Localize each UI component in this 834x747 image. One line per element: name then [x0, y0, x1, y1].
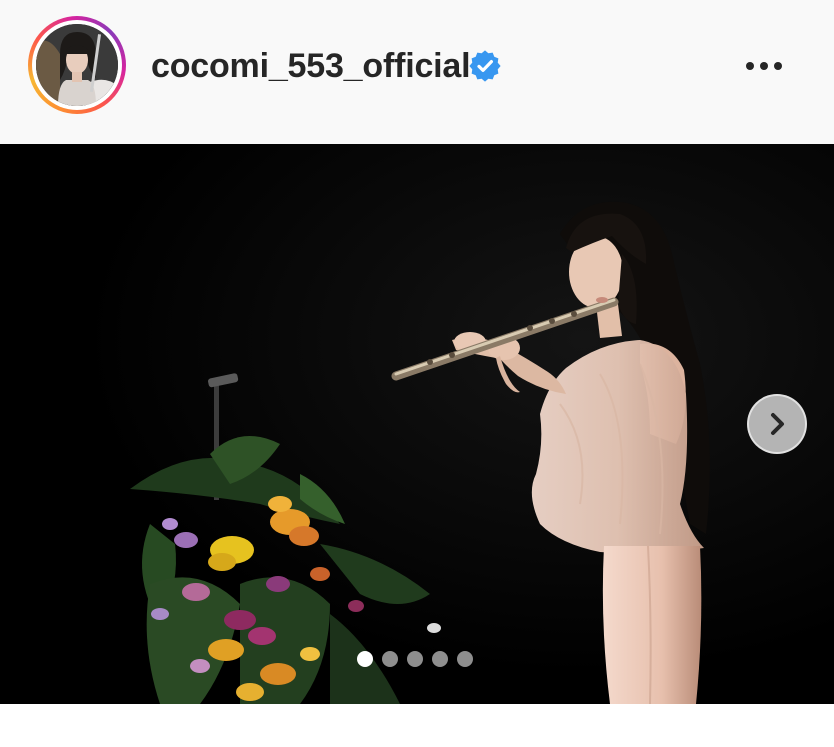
post-image[interactable]	[0, 144, 834, 704]
carousel-dot-3[interactable]	[407, 651, 423, 667]
carousel-dot-2[interactable]	[382, 651, 398, 667]
post-footer-area	[0, 704, 834, 747]
performance-photo	[0, 144, 834, 704]
verified-badge-icon	[469, 50, 501, 82]
instagram-post: cocomi_553_official	[0, 0, 834, 747]
carousel-indicator	[357, 651, 473, 667]
more-horizontal-icon	[746, 62, 782, 70]
story-ring[interactable]	[28, 16, 126, 114]
carousel-dot-4[interactable]	[432, 651, 448, 667]
carousel-dot-1[interactable]	[357, 651, 373, 667]
post-header: cocomi_553_official	[0, 0, 834, 145]
avatar[interactable]	[36, 24, 118, 106]
carousel-next-button[interactable]	[747, 394, 807, 454]
username[interactable]: cocomi_553_official	[151, 44, 471, 88]
carousel-dot-5[interactable]	[457, 651, 473, 667]
more-options-button[interactable]	[738, 48, 790, 84]
chevron-right-icon	[771, 413, 784, 435]
